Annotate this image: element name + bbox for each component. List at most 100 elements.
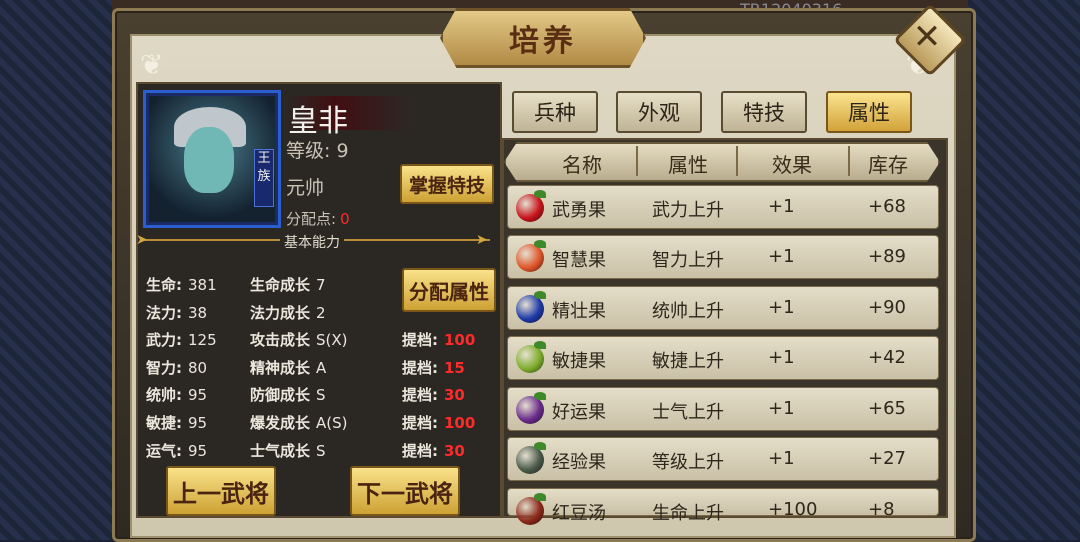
background-right-pattern bbox=[968, 0, 1080, 540]
item-name: 好运果 bbox=[552, 402, 606, 423]
item-stock: +65 bbox=[868, 398, 906, 419]
faction-badge: 王族 bbox=[254, 149, 274, 207]
bean-soup-icon bbox=[516, 493, 546, 525]
header-separator bbox=[848, 146, 850, 176]
master-skill-button[interactable]: 掌握特技 bbox=[400, 164, 494, 204]
growth-mp: 法力成长 2 bbox=[250, 304, 326, 322]
item-stock: +42 bbox=[868, 347, 906, 368]
background-left-pattern bbox=[0, 0, 112, 540]
item-effect: +1 bbox=[768, 297, 795, 318]
growth-morale: 士气成长 S bbox=[250, 442, 326, 460]
green-fruit-icon bbox=[516, 341, 546, 373]
blue-fruit-icon bbox=[516, 291, 546, 323]
corner-ornament-icon: ❦ bbox=[140, 48, 164, 81]
stat-mp: 法力: 38 bbox=[146, 304, 208, 322]
item-attribute: 生命上升 bbox=[652, 503, 724, 524]
red-fruit-icon bbox=[516, 190, 546, 222]
item-attribute: 敏捷上升 bbox=[652, 351, 724, 372]
table-row[interactable]: 武勇果 武力上升 +1 +68 bbox=[507, 185, 939, 229]
assign-attribute-button[interactable]: 分配属性 bbox=[402, 268, 496, 312]
raise-spirit: 提档: 15 bbox=[402, 359, 465, 377]
face-shape bbox=[184, 127, 234, 193]
leaf-icon bbox=[534, 190, 546, 198]
item-stock: +89 bbox=[868, 246, 906, 267]
title-plate: 培养 bbox=[440, 8, 646, 68]
allocation-points: 分配点: 0 bbox=[286, 208, 350, 229]
raise-attack: 提档: 100 bbox=[402, 331, 476, 349]
column-header-stock: 库存 bbox=[868, 153, 908, 177]
leaf-icon bbox=[534, 442, 546, 450]
tab-attributes[interactable]: 属性 bbox=[826, 91, 912, 133]
column-header-attribute: 属性 bbox=[668, 153, 708, 177]
growth-hp: 生命成长 7 bbox=[250, 276, 326, 294]
item-name: 智慧果 bbox=[552, 250, 606, 271]
stat-command: 统帅: 95 bbox=[146, 386, 208, 404]
item-name: 经验果 bbox=[552, 452, 606, 473]
item-effect: +100 bbox=[768, 499, 818, 520]
table-row[interactable]: 智慧果 智力上升 +1 +89 bbox=[507, 235, 939, 279]
growth-spirit: 精神成长 A bbox=[250, 359, 327, 377]
table-row[interactable]: 精壮果 统帅上升 +1 +90 bbox=[507, 286, 939, 330]
item-stock: +27 bbox=[868, 448, 906, 469]
header-separator bbox=[636, 146, 638, 176]
item-effect: +1 bbox=[768, 448, 795, 469]
prev-general-button[interactable]: 上一武将 bbox=[166, 466, 276, 516]
growth-defense: 防御成长 S bbox=[250, 386, 326, 404]
close-icon[interactable]: ✕ bbox=[904, 14, 950, 60]
item-attribute: 智力上升 bbox=[652, 250, 724, 271]
points-value: 0 bbox=[340, 210, 350, 228]
leaf-icon bbox=[534, 240, 546, 248]
raise-defense: 提档: 30 bbox=[402, 386, 465, 404]
item-name: 红豆汤 bbox=[552, 503, 606, 524]
table-row[interactable]: 经验果 等级上升 +1 +27 bbox=[507, 437, 939, 481]
hero-rank: 元帅 bbox=[286, 177, 325, 199]
purple-fruit-icon bbox=[516, 392, 546, 424]
item-effect: +1 bbox=[768, 347, 795, 368]
item-attribute: 士气上升 bbox=[652, 402, 724, 423]
raise-morale: 提档: 30 bbox=[402, 442, 465, 460]
orange-fruit-icon bbox=[516, 240, 546, 272]
growth-attack: 攻击成长 S(X) bbox=[250, 331, 348, 349]
item-stock: +90 bbox=[868, 297, 906, 318]
item-effect: +1 bbox=[768, 398, 795, 419]
hero-name: 皇非 bbox=[288, 104, 348, 139]
dialog-title: 培养 bbox=[509, 24, 577, 59]
item-attribute: 武力上升 bbox=[652, 200, 724, 221]
leaf-icon bbox=[534, 341, 546, 349]
column-header-effect: 效果 bbox=[772, 153, 812, 177]
arrow-right-icon: ➤ bbox=[476, 232, 488, 248]
raise-burst: 提档: 100 bbox=[402, 414, 476, 432]
arrow-left-icon: ➤ bbox=[136, 232, 148, 248]
leaf-icon bbox=[534, 493, 546, 501]
hero-level: 等级: 9 bbox=[286, 136, 349, 163]
item-effect: +1 bbox=[768, 246, 795, 267]
item-name: 敏捷果 bbox=[552, 351, 606, 372]
table-row[interactable]: 敏捷果 敏捷上升 +1 +42 bbox=[507, 336, 939, 380]
header-separator bbox=[736, 146, 738, 176]
table-row[interactable]: 红豆汤 生命上升 +100 +8 bbox=[507, 488, 939, 525]
growth-burst: 爆发成长 A(S) bbox=[250, 414, 348, 432]
points-label: 分配点: bbox=[286, 210, 337, 228]
tab-special-skill[interactable]: 特技 bbox=[721, 91, 807, 133]
section-title-basic-ability: 基本能力 bbox=[280, 232, 344, 252]
table-row[interactable]: 好运果 士气上升 +1 +65 bbox=[507, 387, 939, 431]
stat-luck: 运气: 95 bbox=[146, 442, 208, 460]
item-name: 精壮果 bbox=[552, 301, 606, 322]
item-stock: +68 bbox=[868, 196, 906, 217]
item-stock: +8 bbox=[868, 499, 895, 520]
stat-intellect: 智力: 80 bbox=[146, 359, 208, 377]
item-name: 武勇果 bbox=[552, 200, 606, 221]
tab-troop-type[interactable]: 兵种 bbox=[512, 91, 598, 133]
stat-hp: 生命: 381 bbox=[146, 276, 217, 294]
stat-force: 武力: 125 bbox=[146, 331, 217, 349]
tab-appearance[interactable]: 外观 bbox=[616, 91, 702, 133]
level-label: 等级: bbox=[286, 140, 331, 162]
leaf-icon bbox=[534, 291, 546, 299]
column-header-name: 名称 bbox=[562, 153, 602, 177]
stat-agility: 敏捷: 95 bbox=[146, 414, 208, 432]
next-general-button[interactable]: 下一武将 bbox=[350, 466, 460, 516]
item-attribute: 等级上升 bbox=[652, 452, 724, 473]
hero-portrait: 王族 bbox=[143, 90, 281, 228]
item-attribute: 统帅上升 bbox=[652, 301, 724, 322]
level-value: 9 bbox=[336, 140, 349, 162]
